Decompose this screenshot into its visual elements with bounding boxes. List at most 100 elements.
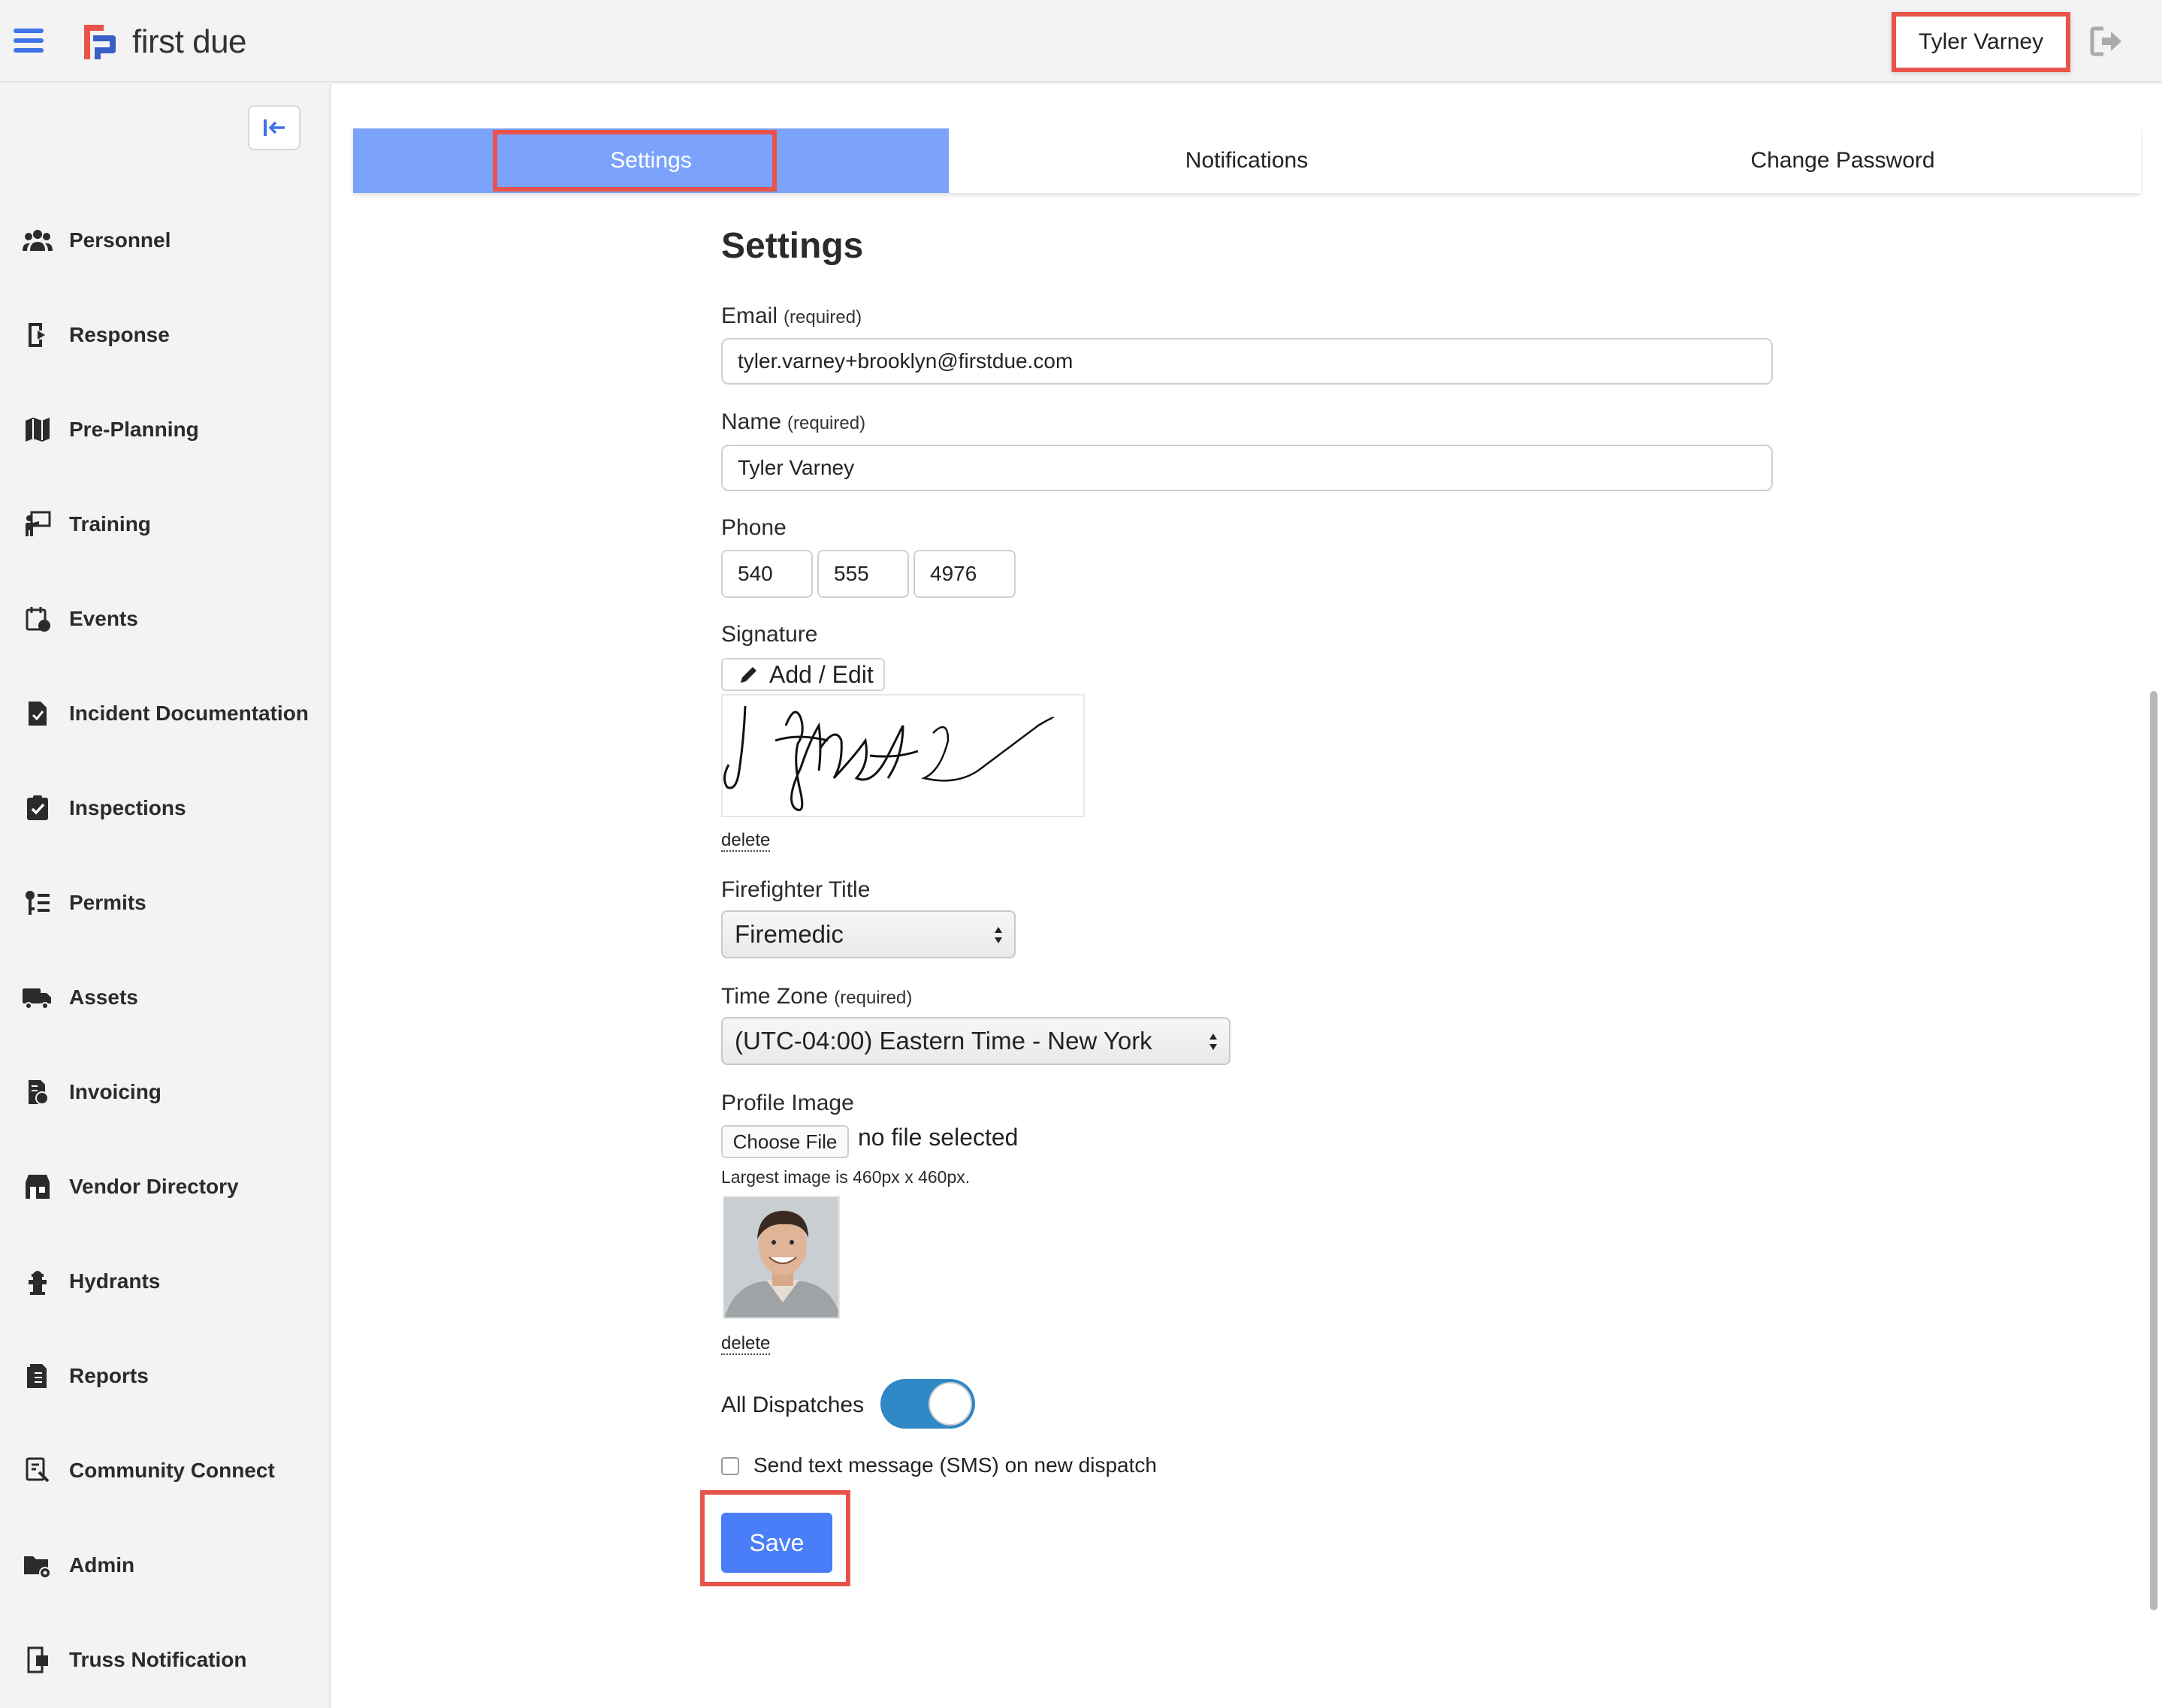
signature-delete-link[interactable]: delete [721,831,771,852]
pencil-icon [741,667,756,683]
sidebar-item-pre-planning[interactable]: Pre-Planning [0,400,331,460]
sidebar-item-community-connect[interactable]: Community Connect [0,1441,331,1501]
name-label-text: Name [721,409,782,434]
sidebar-item-personnel[interactable]: Personnel [0,210,331,270]
sidebar-item-permits[interactable]: Permits [0,873,331,933]
required-hint: (required) [784,307,862,327]
sidebar-item-incident-documentation[interactable]: Incident Documentation [0,684,331,744]
handwritten-signature [723,705,1055,811]
invoice-icon [29,1080,49,1105]
scrollbar[interactable] [2150,691,2157,1610]
sidebar-item-label: Hydrants [69,1269,161,1293]
sidebar-item-hydrants[interactable]: Hydrants [0,1251,331,1311]
choose-file-button[interactable]: Choose File [721,1125,849,1158]
email-field[interactable]: tyler.varney+brooklyn@firstdue.com [721,338,1773,385]
email-label: Email (required) [721,303,862,329]
phone-area-code-field[interactable]: 540 [721,550,813,598]
brand-name: first due [132,23,247,60]
sidebar-item-label: Reports [69,1364,149,1387]
user-menu-button[interactable]: Tyler Varney [1892,12,2070,72]
users-icon [23,230,53,251]
phone-line-field[interactable]: 4976 [913,550,1016,598]
all-dispatches-toggle[interactable] [880,1379,975,1429]
sidebar-item-label: Invoicing [69,1080,162,1103]
sidebar-item-label: Response [69,323,170,346]
all-dispatches-label: All Dispatches [721,1393,865,1417]
tab-notifications[interactable]: Notifications [949,128,1545,193]
time-zone-select[interactable]: (UTC-04:00) Eastern Time - New York [721,1017,1230,1065]
sidebar-item-admin[interactable]: Admin [0,1535,331,1595]
folder-gear-icon [24,1556,51,1579]
time-zone-label: Time Zone (required) [721,984,912,1009]
signature-label: Signature [721,622,818,647]
permit-icon [26,891,50,915]
report-icon [27,1364,47,1388]
required-hint: (required) [834,988,913,1008]
sidebar-item-training[interactable]: Training [0,494,331,554]
name-label: Name (required) [721,409,865,435]
sidebar-item-label: Permits [69,891,146,914]
sidebar-item-reports[interactable]: Reports [0,1346,331,1406]
top-bar: first due Tyler Varney [0,0,2162,83]
tab-label: Change Password [1750,148,1935,173]
hydrant-icon [29,1271,47,1295]
email-label-text: Email [721,303,778,328]
tab-change-password[interactable]: Change Password [1545,128,2141,193]
sidebar-item-truss-notification[interactable]: Truss Notification [0,1630,331,1690]
firefighter-title-label: Firefighter Title [721,877,871,902]
page-title: Settings [721,226,864,266]
settings-tabs: Settings Notifications Change Password [353,128,2141,193]
training-icon [26,511,51,536]
toggle-knob [929,1382,972,1426]
logo[interactable]: first due [81,21,247,63]
select-arrows-icon [1209,1034,1217,1050]
sidebar-item-invoicing[interactable]: Invoicing [0,1062,331,1122]
sidebar-item-assets[interactable]: Assets [0,967,331,1028]
image-size-hint: Largest image is 460px x 460px. [721,1167,971,1187]
truss-icon [27,1646,48,1673]
sidebar-item-label: Community Connect [69,1459,275,1482]
highlight-box [493,130,777,192]
profile-image-label: Profile Image [721,1091,854,1115]
tab-settings[interactable]: Settings [353,128,949,193]
add-edit-label: Add / Edit [769,660,874,688]
required-hint: (required) [787,413,866,433]
phone-label: Phone [721,515,787,540]
sidebar-item-inspections[interactable]: Inspections [0,778,331,838]
sidebar-item-events[interactable]: Events [0,589,331,649]
sms-checkbox-label: Send text message (SMS) on new dispatch [753,1453,1157,1477]
hamburger-menu-icon[interactable] [14,29,44,53]
store-icon [26,1175,50,1199]
calendar-icon [26,607,50,632]
sms-checkbox[interactable] [721,1457,739,1475]
save-button[interactable]: Save [721,1513,832,1573]
phone-prefix-field[interactable]: 555 [817,550,909,598]
file-status-text: no file selected [858,1124,1019,1151]
document-check-icon [29,702,47,726]
logout-icon[interactable] [2090,26,2124,57]
map-icon [26,418,50,442]
profile-image-delete-link[interactable]: delete [721,1334,771,1355]
first-due-logo-icon [84,25,116,59]
main-content [332,84,2162,1708]
sidebar-item-label: Pre-Planning [69,418,199,441]
profile-photo-image [724,1197,838,1317]
response-icon [29,323,45,347]
name-field[interactable]: Tyler Varney [721,445,1773,491]
clipboard-check-icon [27,795,48,820]
firefighter-title-select[interactable]: Firemedic [721,910,1016,958]
signature-image [721,694,1085,817]
sidebar-item-vendor-directory[interactable]: Vendor Directory [0,1157,331,1217]
collapse-sidebar-button[interactable] [248,105,300,150]
sidebar-item-label: Assets [69,985,138,1009]
sidebar-item-label: Inspections [69,796,186,819]
tab-label: Notifications [1185,148,1309,173]
profile-photo [723,1196,840,1319]
select-arrows-icon [995,927,1002,943]
sidebar-item-response[interactable]: Response [0,305,331,365]
community-icon [26,1457,50,1483]
time-zone-label-text: Time Zone [721,984,829,1009]
time-zone-value: (UTC-04:00) Eastern Time - New York [735,1027,1152,1055]
signature-add-edit-button[interactable]: Add / Edit [721,658,885,691]
sidebar-item-label: Training [69,512,151,536]
